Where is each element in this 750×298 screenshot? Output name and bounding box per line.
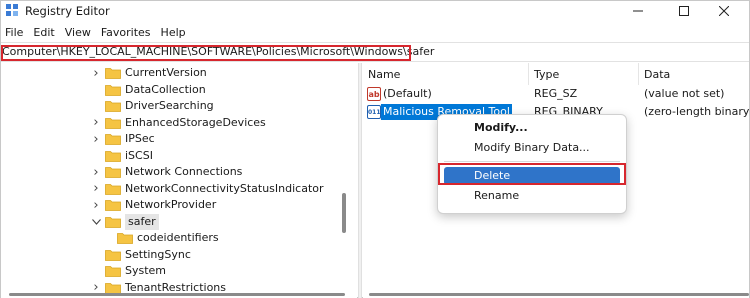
column-header-type[interactable]: Type (534, 67, 559, 85)
column-header-name[interactable]: Name (368, 67, 400, 85)
tree-vertical-scrollbar[interactable] (342, 193, 346, 233)
folder-icon (105, 282, 121, 294)
address-highlight-box (1, 45, 411, 61)
tree-item[interactable]: System (91, 263, 166, 279)
tree-item-label: iSCSI (125, 148, 153, 162)
folder-icon (117, 232, 133, 244)
maximize-icon (679, 6, 689, 16)
window-title: Registry Editor (25, 4, 110, 18)
delete-highlight-box (438, 163, 626, 185)
tree-item-label: NetworkProvider (125, 198, 217, 211)
tree-item[interactable]: safer (91, 213, 159, 230)
folder-icon (105, 249, 121, 261)
chevron-right-icon[interactable]: › (91, 115, 101, 131)
menu-item-rename[interactable]: Rename (439, 187, 625, 205)
chevron-right-icon[interactable]: › (91, 65, 101, 81)
tree-item-label: NetworkConnectivityStatusIndicator (125, 181, 324, 195)
column-header-data[interactable]: Data (644, 67, 670, 85)
tree-item-label: DataCollection (125, 82, 206, 96)
chevron-right-icon[interactable]: › (91, 131, 101, 147)
value-data: (value not set) (644, 87, 725, 100)
folder-icon (105, 67, 121, 79)
menu-favorites[interactable]: Favorites (96, 25, 156, 41)
folder-icon (105, 84, 121, 96)
folder-icon (105, 133, 121, 145)
folder-icon (105, 117, 121, 129)
chevron-right-icon[interactable]: › (91, 197, 101, 213)
tree-item-label: IPSec (125, 132, 155, 145)
folder-icon (105, 183, 121, 195)
address-bar[interactable]: Computer\HKEY_LOCAL_MACHINE\SOFTWARE\Pol… (1, 42, 749, 62)
value-row-default[interactable]: ab (Default) REG_SZ (value not set) (363, 85, 749, 103)
value-type: REG_SZ (534, 87, 578, 100)
tree-item[interactable]: iSCSI (91, 148, 153, 164)
folder-icon (105, 100, 121, 112)
tree-item[interactable]: SettingSync (91, 247, 191, 263)
value-name: (Default) (383, 87, 432, 100)
tree-item-label: System (125, 264, 167, 277)
chevron-right-icon[interactable]: › (91, 164, 101, 180)
tree-item[interactable]: › IPSec (91, 131, 155, 147)
column-divider[interactable] (528, 63, 529, 85)
tree-item[interactable]: › NetworkProvider (91, 197, 216, 213)
tree-item-label: EnhancedStorageDevices (125, 115, 266, 129)
tree-item-label: codeidentifiers (137, 231, 219, 244)
tree-item[interactable]: › EnhancedStorageDevices (91, 115, 266, 131)
key-tree-pane[interactable]: › CurrentVersion DataCollection DriverSearc… (1, 63, 357, 298)
menu-help[interactable]: Help (156, 25, 191, 41)
tree-horizontal-scrollbar[interactable] (9, 293, 345, 296)
chevron-down-icon[interactable] (91, 214, 101, 230)
registry-editor-window: Registry Editor File Edit View Favorites… (0, 0, 750, 298)
tree-item[interactable]: DriverSearching (91, 98, 214, 114)
minimize-icon (633, 10, 643, 12)
value-data: (zero-length binary va (644, 105, 749, 118)
menu-bar: File Edit View Favorites Help (1, 25, 191, 41)
close-icon (719, 6, 729, 16)
folder-icon (105, 166, 121, 178)
menu-file[interactable]: File (1, 25, 28, 41)
folder-icon (105, 199, 121, 211)
menu-view[interactable]: View (60, 25, 96, 41)
minimize-button[interactable] (615, 1, 661, 21)
menu-item-modify-binary-data[interactable]: Modify Binary Data... (439, 139, 625, 157)
tree-item-label: SettingSync (125, 247, 191, 261)
tree-item-label: safer (125, 213, 159, 230)
folder-icon (105, 216, 121, 228)
menu-edit[interactable]: Edit (28, 25, 59, 41)
tree-item-label: CurrentVersion (125, 66, 207, 79)
registry-editor-app-icon (5, 3, 19, 17)
folder-icon (105, 265, 121, 277)
chevron-right-icon[interactable]: › (91, 181, 101, 197)
pane-splitter[interactable] (358, 63, 362, 298)
folder-icon (105, 150, 121, 162)
tree-item-label: DriverSearching (125, 99, 214, 112)
tree-item[interactable]: codeidentifiers (103, 230, 219, 246)
menu-item-modify[interactable]: Modify... (439, 119, 625, 137)
tree-item[interactable]: DataCollection (91, 82, 206, 98)
string-value-icon: ab (367, 87, 381, 101)
binary-value-icon: 011 (367, 105, 381, 119)
tree-item-label: Network Connections (125, 165, 243, 178)
close-button[interactable] (701, 1, 747, 21)
tree-item[interactable]: › NetworkConnectivityStatusIndicator (91, 181, 324, 197)
column-divider[interactable] (638, 63, 639, 85)
tree-item[interactable]: › Network Connections (91, 164, 242, 180)
title-bar: Registry Editor (1, 1, 749, 21)
tree-item[interactable]: › CurrentVersion (91, 65, 207, 81)
values-horizontal-scrollbar[interactable] (369, 293, 749, 296)
menu-separator (444, 161, 620, 162)
